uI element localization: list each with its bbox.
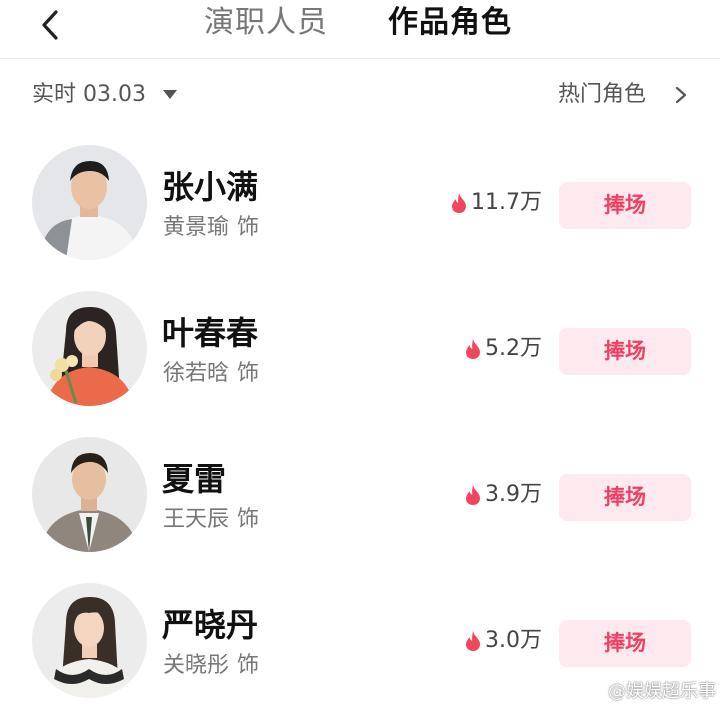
filter-bar: 实时 03.03 热门角色: [0, 74, 720, 116]
top-navigation-bar: 演职人员 作品角色: [0, 0, 720, 59]
flame-icon: [466, 631, 480, 651]
flame-icon: [466, 485, 480, 505]
actor-suffix: 饰: [237, 361, 260, 386]
actor-name: 黄景瑜: [163, 215, 230, 240]
actor-name: 王天辰: [163, 507, 230, 532]
avatar: [32, 145, 147, 260]
role-name: 叶春春: [162, 314, 259, 352]
list-item[interactable]: 张小满 黄景瑜饰 11.7万 捧场: [0, 145, 720, 285]
tab-roles[interactable]: 作品角色: [388, 3, 512, 43]
support-button[interactable]: 捧场: [559, 474, 691, 521]
weibo-logo-icon: [580, 682, 602, 700]
support-button[interactable]: 捧场: [559, 328, 691, 375]
avatar: [32, 291, 147, 406]
actor-suffix: 饰: [237, 653, 260, 678]
support-button[interactable]: 捧场: [559, 620, 691, 667]
list-item[interactable]: 叶春春 徐若晗饰 5.2万 捧场: [0, 291, 720, 431]
heat-score: 11.7万: [451, 188, 542, 218]
hot-roles-link[interactable]: 热门角色: [558, 80, 646, 110]
heat-score: 5.2万: [465, 334, 542, 364]
actor-line: 黄景瑜饰: [163, 213, 267, 243]
avatar: [32, 583, 147, 698]
role-name: 夏雷: [162, 460, 227, 498]
tab-cast-crew[interactable]: 演职人员: [204, 3, 328, 43]
heat-value: 5.2万: [485, 336, 542, 361]
heat-value: 3.9万: [485, 482, 542, 507]
actor-line: 关晓彤饰: [163, 651, 267, 681]
heat-score: 3.9万: [465, 480, 542, 510]
watermark: @娱娱超乐事: [580, 677, 716, 703]
flame-icon: [466, 339, 480, 359]
watermark-text: @娱娱超乐事: [608, 681, 716, 702]
actor-line: 王天辰饰: [163, 505, 267, 535]
date-selector[interactable]: 实时 03.03: [32, 80, 146, 110]
avatar: [32, 437, 147, 552]
heat-score: 3.0万: [465, 626, 542, 656]
support-button[interactable]: 捧场: [559, 182, 691, 229]
heat-value: 3.0万: [485, 628, 542, 653]
flame-icon: [452, 193, 466, 213]
role-name: 张小满: [162, 168, 259, 206]
caret-down-icon[interactable]: [163, 90, 177, 99]
chevron-left-icon: [42, 10, 58, 40]
role-name: 严晓丹: [162, 606, 259, 644]
chevron-right-icon[interactable]: [672, 86, 690, 104]
actor-suffix: 饰: [237, 215, 260, 240]
heat-value: 11.7万: [471, 190, 542, 215]
back-button[interactable]: [34, 8, 68, 42]
actor-line: 徐若晗饰: [163, 359, 267, 389]
list-item[interactable]: 夏雷 王天辰饰 3.9万 捧场: [0, 437, 720, 577]
actor-name: 徐若晗: [163, 361, 230, 386]
actor-name: 关晓彤: [163, 653, 230, 678]
actor-suffix: 饰: [237, 507, 260, 532]
